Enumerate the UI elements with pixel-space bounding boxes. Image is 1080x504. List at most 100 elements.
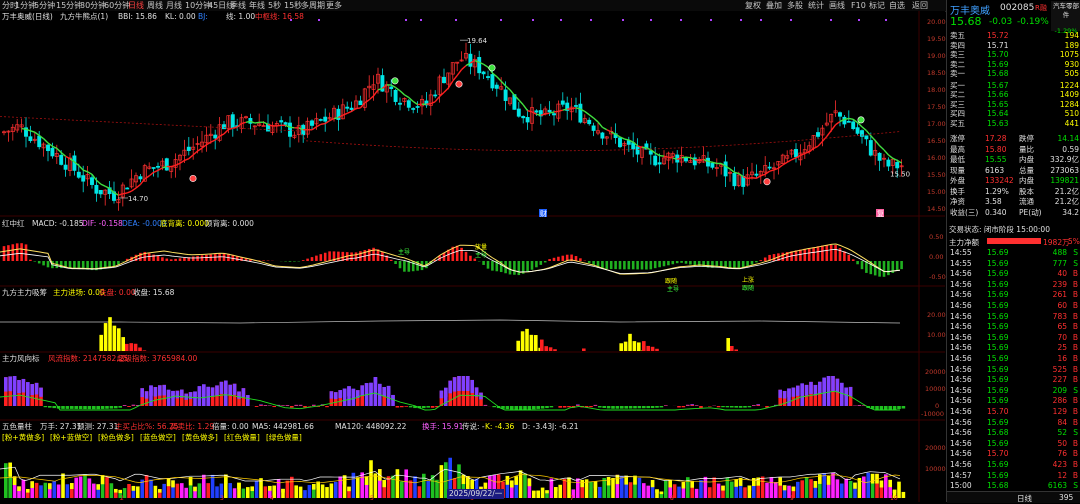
jf-bar [726, 338, 730, 351]
period-item[interactable]: 15秒 [284, 0, 302, 11]
period-item[interactable]: 15分钟 [56, 0, 82, 11]
period-item[interactable]: 年线 [249, 0, 265, 11]
tool-huaxian[interactable]: 画线 [829, 0, 845, 11]
tick-dir: B [1073, 333, 1078, 342]
tool-tongji[interactable]: 统计 [808, 0, 824, 11]
ma-line [290, 127, 294, 128]
tick-row: 14:5615.70129B [947, 407, 1080, 416]
kl-value: KL: 0.00 [165, 12, 196, 22]
candle-body [64, 165, 67, 169]
tick-price: 15.69 [987, 301, 1008, 310]
jf-bar [534, 335, 538, 351]
book-row[interactable]: 卖二15.69930 [947, 60, 1080, 69]
volume-bar [620, 476, 624, 498]
stat-value: 14.14 [1058, 134, 1079, 143]
volume-bar [369, 460, 373, 498]
signal-dot [455, 19, 457, 21]
tool-fuquan[interactable]: 复权 [745, 0, 761, 11]
flow-bar [44, 406, 48, 407]
period-item[interactable]: 更多 [326, 0, 342, 11]
book-row[interactable]: 买三15.651284 [947, 100, 1080, 109]
sector-box[interactable]: 汽车零部件 -1.29% [1051, 1, 1080, 31]
period-item[interactable]: 60分钟 [104, 0, 130, 11]
period-item[interactable]: 30分钟 [80, 0, 106, 11]
book-label: 卖二 [950, 60, 965, 69]
tick-dir: B [1073, 354, 1078, 363]
tick-vol: 6163 [1048, 481, 1067, 490]
date-cursor-label: 2025/09/22/一 [447, 489, 504, 499]
volume-bar [805, 477, 809, 498]
volume-bar [902, 492, 906, 498]
volume-bar-top [510, 480, 514, 487]
tool-biaoji[interactable]: 标记 [869, 0, 885, 11]
candle-body [319, 119, 322, 120]
ma-line [682, 157, 686, 158]
period-item[interactable]: 季线 [230, 0, 246, 11]
candle-body [486, 77, 489, 78]
ma-line [334, 118, 338, 119]
tick-time: 15:00 [950, 481, 972, 490]
ma-line [814, 146, 818, 148]
volume-bar-top [193, 487, 197, 492]
tool-duogu[interactable]: 多股 [787, 0, 803, 11]
period-item[interactable]: 多周期 [301, 0, 325, 11]
candle-body [38, 136, 41, 147]
tick-price: 15.68 [987, 481, 1008, 490]
volume-bar-top [682, 482, 686, 488]
book-row[interactable]: 买四15.64510 [947, 109, 1080, 118]
signal-dot [420, 19, 422, 21]
chart-area[interactable]: 19.6414.7015.50财复主导放量主导跟随主导上涨跟随234567891… [0, 11, 945, 502]
vol-tag: [粉+蓝做空] [50, 433, 92, 443]
volume-bar [400, 482, 404, 498]
candle-body [860, 131, 863, 137]
y-label: 19.50 [927, 35, 946, 43]
book-vol: 510 [1065, 109, 1079, 118]
book-row[interactable]: 卖三15.701075 [947, 50, 1080, 59]
book-row[interactable]: 卖一15.68505 [947, 69, 1080, 78]
ma-line [145, 176, 149, 179]
tick-row: 14:5615.69227B [947, 375, 1080, 384]
book-row[interactable]: 买五15.63441 [947, 119, 1080, 128]
period-item[interactable]: 周线 [147, 0, 163, 11]
period-item[interactable]: 5分钟 [34, 0, 55, 11]
book-row[interactable]: 买二15.661409 [947, 90, 1080, 99]
volume-bar [831, 472, 835, 498]
tool-zixuan[interactable]: 自选 [889, 0, 905, 11]
volume-bar [228, 483, 232, 498]
candle-body [60, 155, 63, 164]
book-row[interactable]: 卖四15.71189 [947, 41, 1080, 50]
volume-bar-top [8, 463, 12, 477]
candle-body [442, 77, 445, 82]
flow-bar [660, 406, 664, 407]
book-row[interactable]: 买一15.671224 [947, 81, 1080, 90]
flow-bar-top [312, 405, 316, 406]
jf-bar [642, 341, 646, 351]
book-label: 卖五 [950, 31, 965, 40]
volume-bar-top [281, 489, 285, 493]
stock-code: 002085 [1000, 3, 1034, 13]
footer-tab[interactable]: 日线 [1017, 493, 1032, 504]
volume-bar [110, 483, 114, 498]
flow-bar [290, 406, 294, 408]
tool-diejia[interactable]: 叠加 [766, 0, 782, 11]
volume-bar-top [312, 484, 316, 490]
vol-tag: [粉+黄做多] [2, 433, 44, 443]
tool-f10[interactable]: F10 [851, 0, 866, 11]
volume-bar [215, 486, 219, 498]
volume-bar [176, 484, 180, 498]
volume-bar-top [752, 478, 756, 486]
tool-fanhui[interactable]: 返回 [912, 0, 928, 11]
flow-bar-top [448, 381, 452, 394]
volume-bar [664, 481, 668, 498]
period-item[interactable]: 5秒 [268, 0, 281, 11]
period-item-active[interactable]: 日线 [128, 0, 144, 11]
period-item[interactable]: 月线 [166, 0, 182, 11]
ma-line [756, 176, 760, 178]
candle-body [390, 87, 393, 89]
period-item[interactable]: 1分钟 [15, 0, 36, 11]
book-row[interactable]: 卖五15.72194 [947, 31, 1080, 40]
tick-time: 14:56 [950, 449, 972, 458]
tick-row: 14:5615.69209S [947, 386, 1080, 395]
ma-line [761, 174, 765, 176]
candle-body [284, 123, 287, 125]
